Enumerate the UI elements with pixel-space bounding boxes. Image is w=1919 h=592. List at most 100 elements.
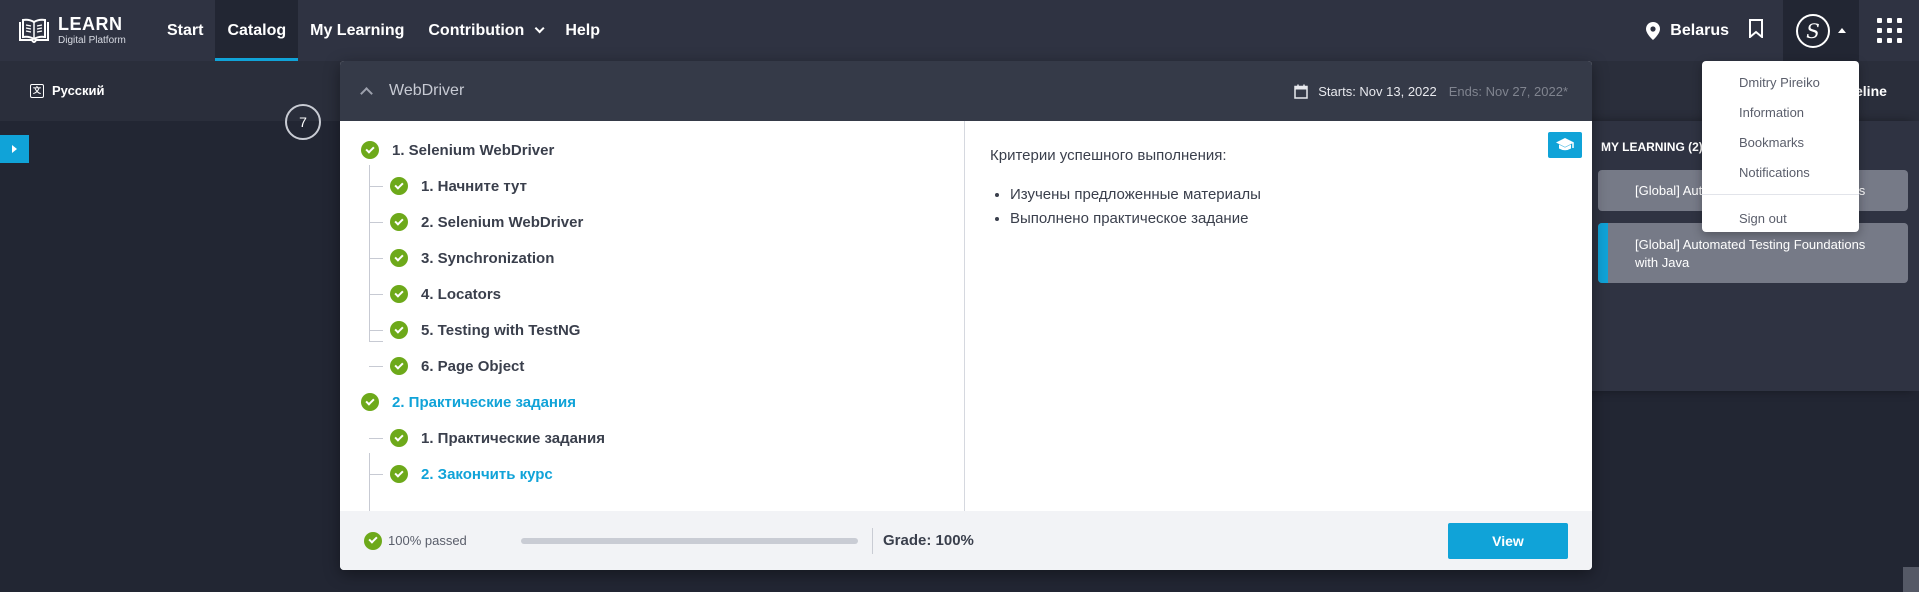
main-nav: Start Catalog My Learning Contribution H… <box>155 0 612 61</box>
menu-item-sign-out[interactable]: Sign out <box>1702 203 1859 233</box>
check-circle-icon <box>390 213 408 231</box>
language-switcher[interactable]: 文 Русский <box>30 83 105 98</box>
bookmark-icon[interactable] <box>1749 18 1763 43</box>
nav-help[interactable]: Help <box>553 0 612 61</box>
caret-up-icon <box>1838 28 1846 33</box>
tree-lesson-item[interactable]: 6. Page Object <box>390 354 524 378</box>
nav-catalog[interactable]: Catalog <box>215 0 299 61</box>
scrollbar-thumb[interactable] <box>1903 567 1919 592</box>
tree-connector <box>369 366 383 367</box>
timeline-tab[interactable]: eline <box>1855 83 1887 99</box>
progress-bar <box>521 537 858 544</box>
dialog-header: WebDriver Starts: Nov 13, 2022 Ends: Nov… <box>340 61 1592 121</box>
step-counter-badge[interactable]: 7 <box>285 104 321 140</box>
user-dropdown-menu: Dmitry Pireiko Information Bookmarks Not… <box>1702 61 1859 232</box>
completion-criteria: Критерии успешного выполнения: Изучены п… <box>990 121 1590 511</box>
tree-section-item[interactable]: 2. Практические задания <box>361 390 576 414</box>
menu-item-information[interactable]: Information <box>1702 97 1859 127</box>
top-navigation-bar: LEARN Digital Platform Start Catalog My … <box>0 0 1919 61</box>
sidebar-toggle-button[interactable] <box>0 135 29 163</box>
end-date: Ends: Nov 27, 2022* <box>1448 83 1568 99</box>
check-circle-icon <box>390 357 408 375</box>
nav-start[interactable]: Start <box>155 0 215 61</box>
grade-label: Grade: 100% <box>883 532 974 549</box>
tree-lesson-item[interactable]: 1. Начните тут <box>390 174 527 198</box>
passed-status: 100% passed <box>364 531 499 550</box>
passed-label: 100% passed <box>388 533 467 548</box>
check-circle-icon <box>364 531 382 550</box>
translate-icon: 文 <box>30 83 44 98</box>
check-circle-icon <box>361 393 379 411</box>
tree-item-label: 2. Закончить курс <box>421 465 553 483</box>
check-circle-icon <box>390 429 408 447</box>
check-circle-icon <box>390 249 408 267</box>
menu-item-bookmarks[interactable]: Bookmarks <box>1702 127 1859 157</box>
tree-lesson-item[interactable]: 5. Testing with TestNG <box>390 318 580 342</box>
dialog-footer: 100% passed Grade: 100% View <box>340 511 1592 570</box>
menu-divider <box>1702 194 1859 195</box>
graduation-cap-button[interactable] <box>1548 132 1582 158</box>
tree-connector <box>369 474 383 475</box>
tree-item-label: 2. Практические задания <box>392 393 576 411</box>
language-label: Русский <box>52 83 105 98</box>
tree-connector <box>369 165 370 342</box>
tree-item-label: 5. Testing with TestNG <box>421 321 581 339</box>
view-button[interactable]: View <box>1448 522 1568 559</box>
check-circle-icon <box>390 321 408 339</box>
collapse-chevron-icon[interactable] <box>360 86 373 100</box>
menu-item-profile[interactable]: Dmitry Pireiko <box>1702 67 1859 97</box>
tree-item-label: 4. Locators <box>421 285 502 303</box>
tree-connector <box>369 438 383 439</box>
check-circle-icon <box>390 177 408 195</box>
my-learning-header: MY LEARNING (2) <box>1601 140 1703 154</box>
tree-lesson-item[interactable]: 4. Locators <box>390 282 501 306</box>
module-title: WebDriver <box>389 82 465 99</box>
divider <box>872 527 873 554</box>
tree-item-label: 3. Synchronization <box>421 249 555 267</box>
user-menu-toggle[interactable]: S <box>1783 0 1859 61</box>
criteria-list: Изучены предложенные материалы Выполнено… <box>1010 183 1261 231</box>
nav-contribution[interactable]: Contribution <box>416 0 553 61</box>
criteria-title: Критерии успешного выполнения: <box>990 147 1227 164</box>
check-circle-icon <box>390 285 408 303</box>
tree-connector <box>369 294 383 295</box>
graduation-cap-icon <box>1556 138 1574 151</box>
tree-lesson-item[interactable]: 1. Практические задания <box>390 426 605 450</box>
avatar: S <box>1796 13 1830 48</box>
calendar-icon <box>1294 84 1308 99</box>
tree-connector <box>369 330 383 331</box>
start-date: Starts: Nov 13, 2022 <box>1318 83 1437 99</box>
tree-item-label: 2. Selenium WebDriver <box>421 213 584 231</box>
menu-item-notifications[interactable]: Notifications <box>1702 157 1859 187</box>
logo-subtitle: Digital Platform <box>58 34 126 46</box>
book-icon <box>19 18 49 43</box>
tree-lesson-item[interactable]: 2. Selenium WebDriver <box>390 210 583 234</box>
location-selector[interactable]: Belarus <box>1646 21 1729 40</box>
tree-section-item[interactable]: 1. Selenium WebDriver <box>361 138 554 162</box>
tree-item-label: 6. Page Object <box>421 357 525 375</box>
tree-item-label: 1. Практические задания <box>421 429 605 447</box>
check-circle-icon <box>361 141 379 159</box>
nav-contribution-label: Contribution <box>428 21 525 39</box>
apps-launcher[interactable] <box>1859 18 1919 43</box>
tree-item-label: 1. Selenium WebDriver <box>392 141 555 159</box>
module-dates: Starts: Nov 13, 2022 Ends: Nov 27, 2022* <box>1294 84 1568 99</box>
tree-item-label: 1. Начните тут <box>421 177 527 195</box>
location-label: Belarus <box>1670 21 1729 39</box>
tree-connector <box>369 341 383 342</box>
course-tree: 1. Selenium WebDriver 1. Начните тут 2. Se… <box>340 121 965 570</box>
tree-lesson-item[interactable]: 3. Synchronization <box>390 246 554 270</box>
tree-connector <box>369 258 383 259</box>
criteria-item: Выполнено практическое задание <box>1010 207 1261 231</box>
tree-connector <box>369 222 383 223</box>
tree-lesson-item[interactable]: 2. Закончить курс <box>390 462 553 486</box>
chevron-down-icon <box>534 23 545 34</box>
apps-grid-icon <box>1876 18 1902 43</box>
logo[interactable]: LEARN Digital Platform <box>0 0 155 61</box>
nav-my-learning[interactable]: My Learning <box>298 0 416 61</box>
check-circle-icon <box>390 465 408 483</box>
course-module-dialog: WebDriver Starts: Nov 13, 2022 Ends: Nov… <box>340 61 1592 570</box>
criteria-item: Изучены предложенные материалы <box>1010 183 1261 207</box>
logo-title: LEARN <box>58 13 123 34</box>
tree-connector <box>369 186 383 187</box>
